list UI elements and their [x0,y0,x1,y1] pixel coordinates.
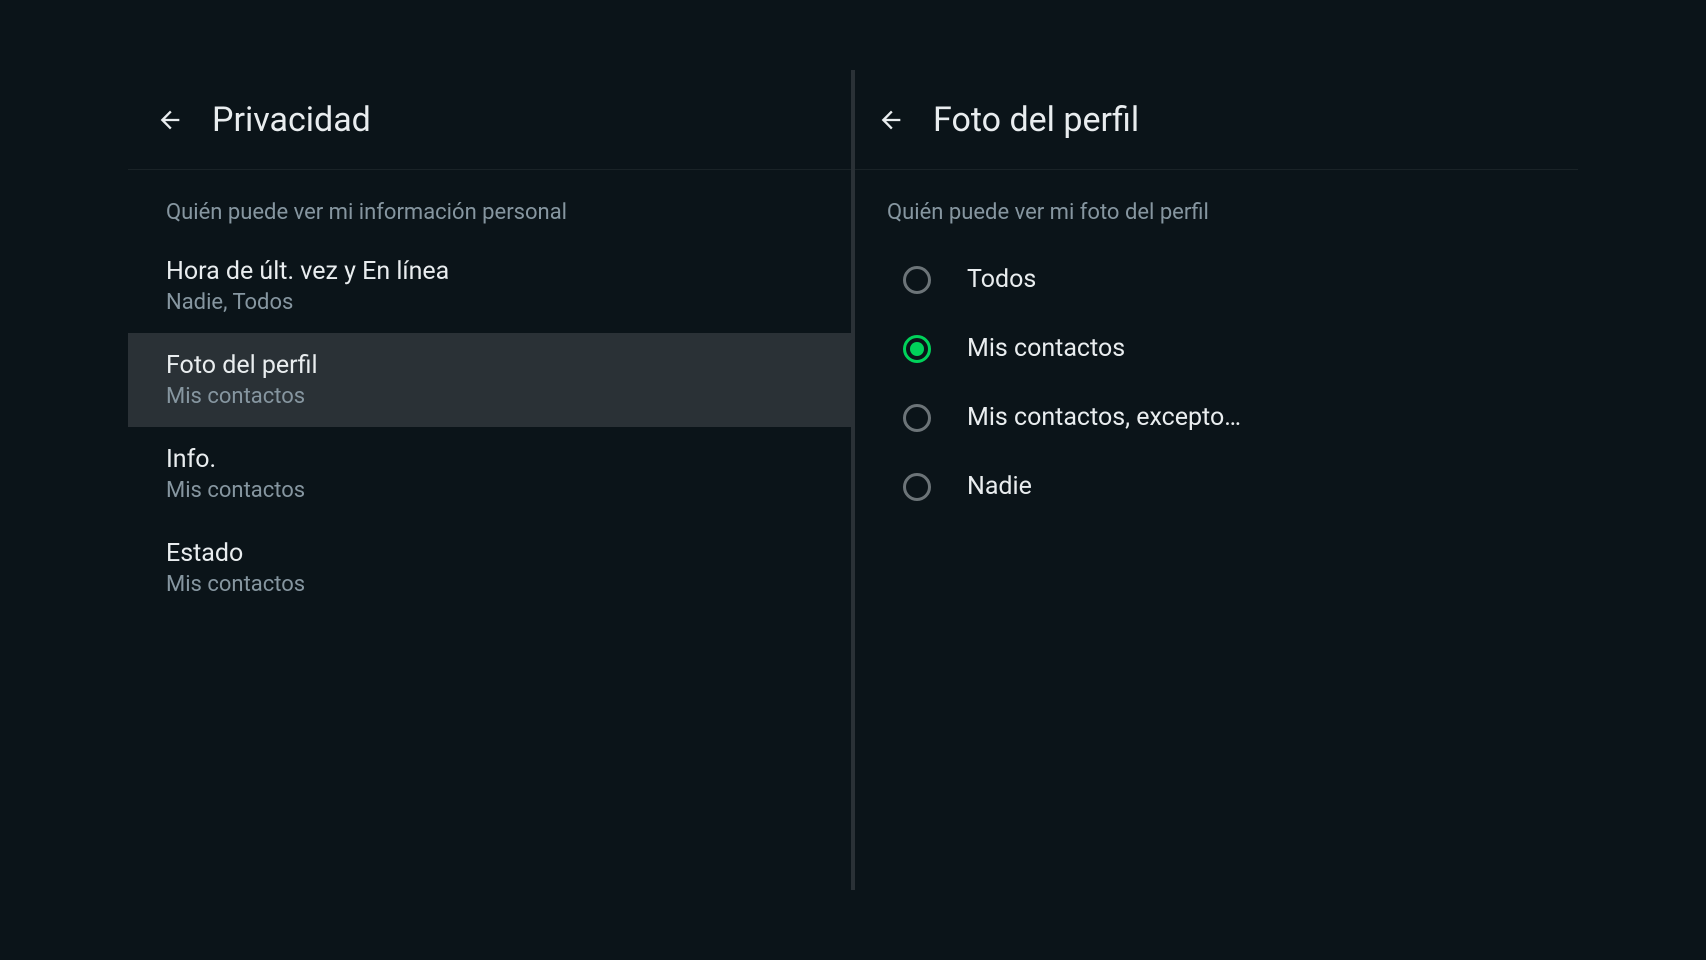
radio-icon [903,404,931,432]
radio-option-nobody[interactable]: Nadie [855,452,1578,521]
profile-photo-pane: Foto del perfil Quién puede ver mi foto … [855,70,1578,890]
item-subtitle: Mis contactos [166,572,851,597]
item-title: Estado [166,539,851,568]
visibility-options: Todos Mis contactos Mis contactos, excep… [855,239,1578,521]
radio-option-contacts-except[interactable]: Mis contactos, excepto… [855,383,1578,452]
privacy-title: Privacidad [212,100,371,140]
item-subtitle: Nadie, Todos [166,290,851,315]
profile-photo-section-label: Quién puede ver mi foto del perfil [855,170,1578,239]
profile-photo-title: Foto del perfil [933,100,1139,140]
privacy-item-last-seen[interactable]: Hora de últ. vez y En línea Nadie, Todos [128,239,851,333]
item-title: Hora de últ. vez y En línea [166,257,851,286]
item-title: Foto del perfil [166,351,851,380]
privacy-item-profile-photo[interactable]: Foto del perfil Mis contactos [128,333,851,427]
profile-photo-header: Foto del perfil [855,70,1578,170]
item-title: Info. [166,445,851,474]
privacy-pane: Privacidad Quién puede ver mi informació… [128,70,855,890]
radio-label: Mis contactos, excepto… [967,403,1241,432]
radio-icon [903,266,931,294]
privacy-section-label: Quién puede ver mi información personal [128,170,851,239]
radio-label: Todos [967,265,1036,294]
item-subtitle: Mis contactos [166,478,851,503]
settings-split-view: Privacidad Quién puede ver mi informació… [128,70,1578,890]
back-arrow-icon[interactable] [877,106,905,134]
radio-label: Nadie [967,472,1032,501]
privacy-header: Privacidad [128,70,851,170]
privacy-item-status[interactable]: Estado Mis contactos [128,521,851,615]
radio-icon [903,473,931,501]
radio-option-my-contacts[interactable]: Mis contactos [855,314,1578,383]
item-subtitle: Mis contactos [166,384,851,409]
radio-label: Mis contactos [967,334,1125,363]
radio-icon [903,335,931,363]
privacy-item-about[interactable]: Info. Mis contactos [128,427,851,521]
radio-option-everyone[interactable]: Todos [855,245,1578,314]
back-arrow-icon[interactable] [156,106,184,134]
